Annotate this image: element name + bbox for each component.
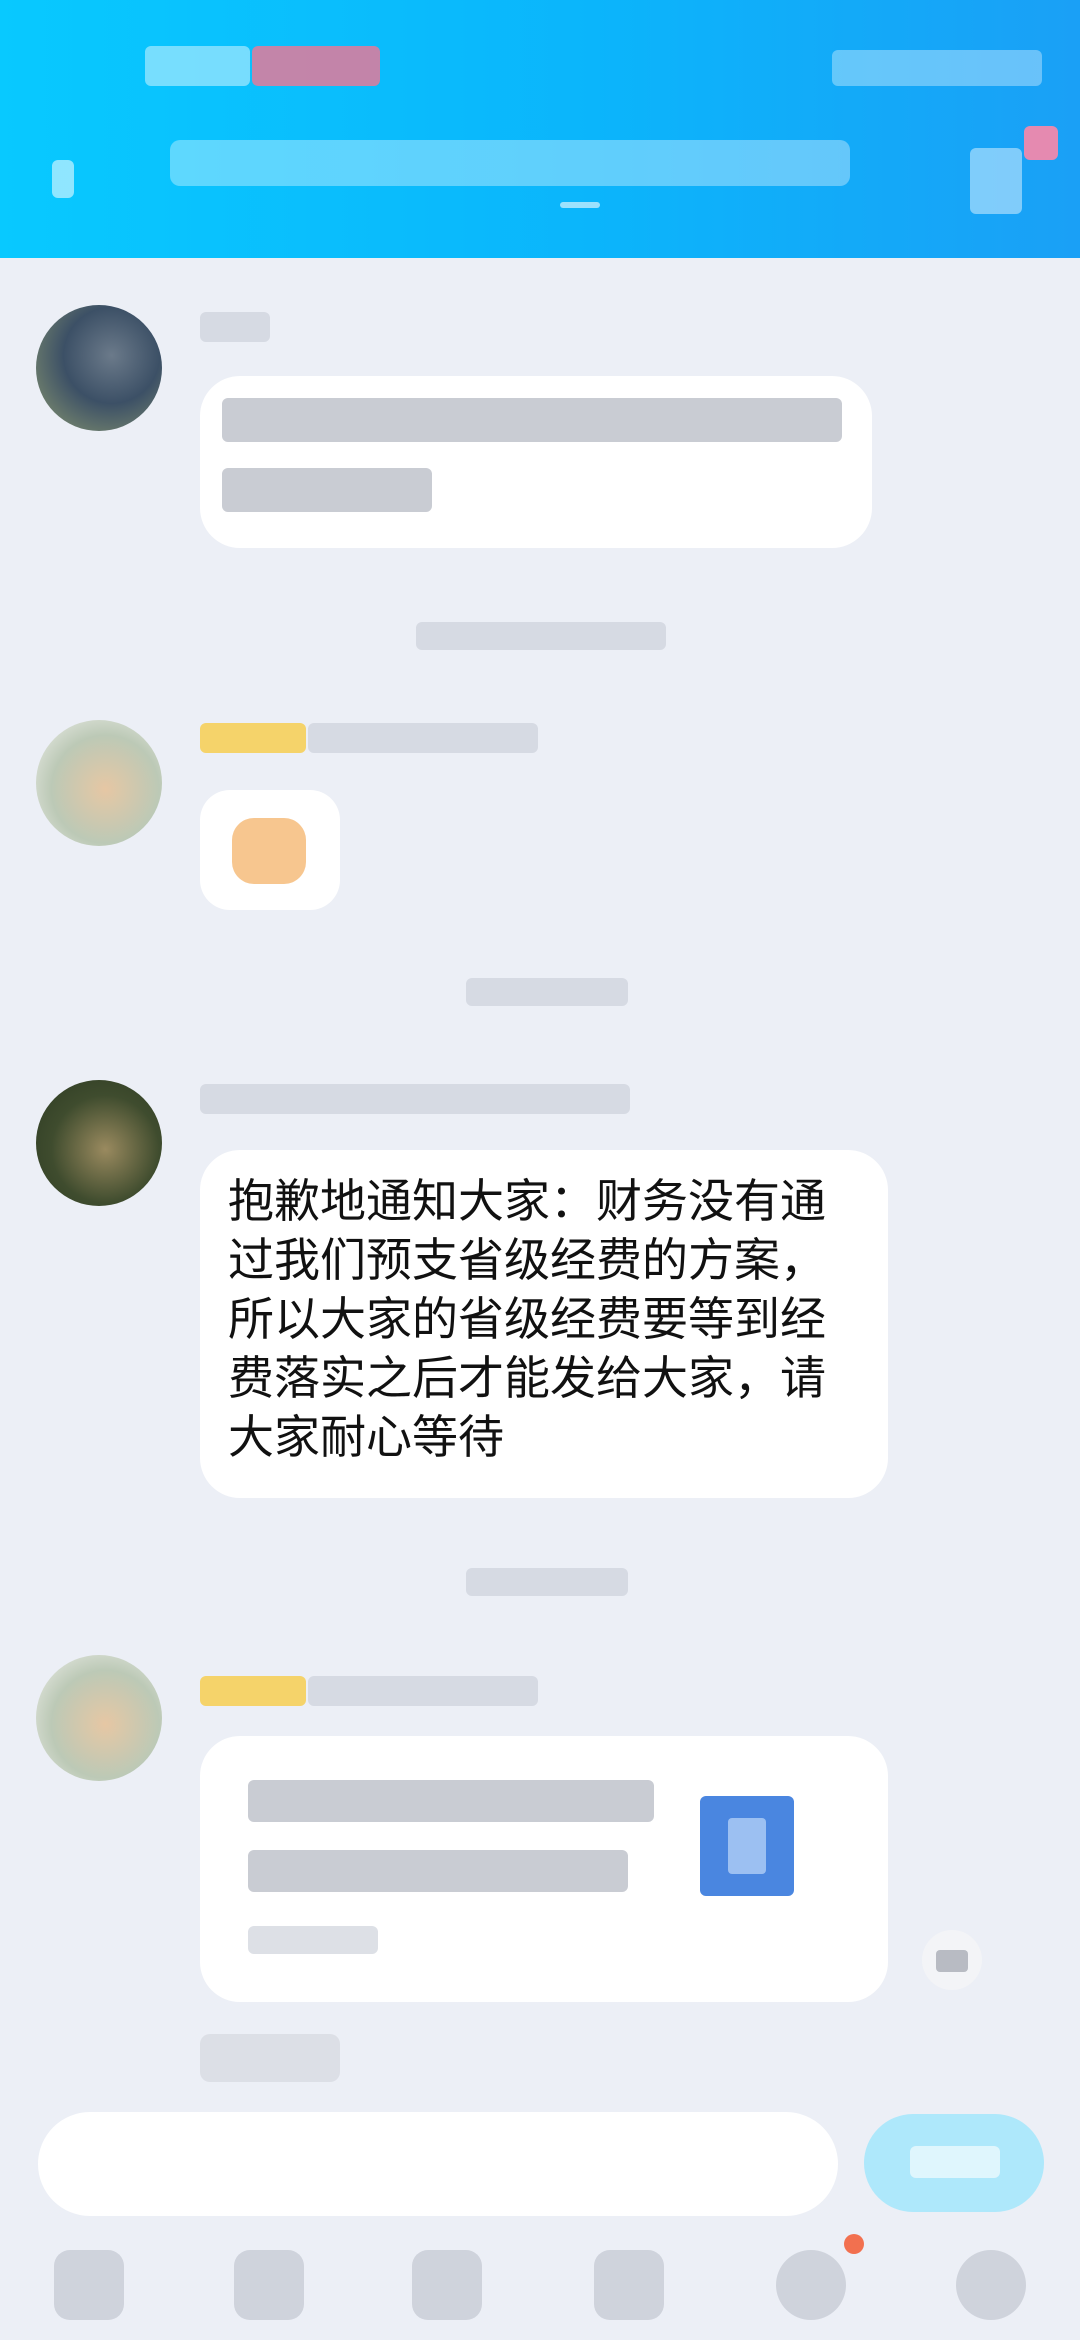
plus-icon[interactable] xyxy=(956,2250,1026,2320)
voice-icon[interactable] xyxy=(54,2250,124,2320)
image-icon[interactable] xyxy=(234,2250,304,2320)
status-bar-left-blur xyxy=(145,46,250,86)
message-text-blur xyxy=(222,398,842,442)
sender-name-blur xyxy=(200,312,270,342)
status-bar-right-blur xyxy=(832,50,1042,86)
timestamp-blur xyxy=(466,1568,628,1596)
message-text-blur xyxy=(222,468,432,512)
message-input[interactable] xyxy=(38,2112,838,2216)
title-indicator xyxy=(560,202,600,208)
avatar[interactable] xyxy=(36,305,162,431)
more-menu-icon[interactable] xyxy=(970,148,1022,214)
sender-name-blur xyxy=(308,723,538,753)
notification-dot xyxy=(844,2234,864,2254)
link-source-blur xyxy=(248,1926,378,1954)
chat-title-blur xyxy=(170,140,850,186)
reaction-icon xyxy=(936,1950,968,1972)
document-icon-inner xyxy=(728,1818,766,1874)
avatar[interactable] xyxy=(36,1655,162,1781)
chat-header xyxy=(0,0,1080,258)
sticker-emoji xyxy=(232,818,306,884)
member-tag-blur xyxy=(200,1676,306,1706)
avatar[interactable] xyxy=(36,1080,162,1206)
avatar[interactable] xyxy=(36,720,162,846)
back-arrow-icon[interactable] xyxy=(52,160,74,198)
emoji-icon[interactable] xyxy=(776,2250,846,2320)
camera-icon[interactable] xyxy=(412,2250,482,2320)
sender-name-blur xyxy=(200,1084,630,1114)
sender-name-blur xyxy=(308,1676,538,1706)
status-bar-badge-blur xyxy=(252,46,380,86)
message-text: 抱歉地通知大家：财务没有通过我们预支省级经费的方案，所以大家的省级经费要等到经费… xyxy=(228,1174,826,1464)
redpacket-icon[interactable] xyxy=(594,2250,664,2320)
timestamp-blur xyxy=(416,622,666,650)
link-title-blur xyxy=(248,1850,628,1892)
notification-dot xyxy=(1024,126,1058,160)
send-label-blur xyxy=(910,2146,1000,2178)
quick-reply-chip[interactable] xyxy=(200,2034,340,2082)
timestamp-blur xyxy=(466,978,628,1006)
member-tag-blur xyxy=(200,723,306,753)
link-title-blur xyxy=(248,1780,654,1822)
